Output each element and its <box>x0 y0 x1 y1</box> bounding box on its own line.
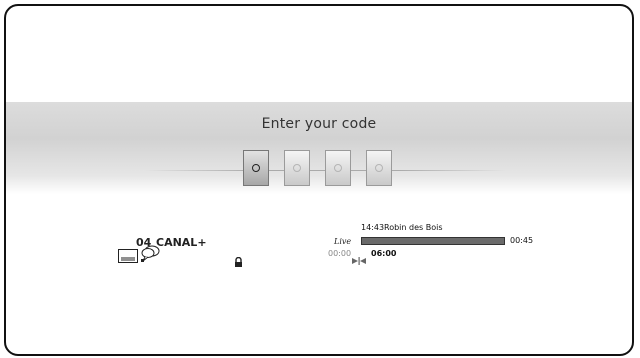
timeshift-start-time: 00:00 <box>328 249 352 258</box>
digit-dot-icon <box>293 164 301 172</box>
code-digit-1[interactable] <box>243 150 269 186</box>
code-digit-2[interactable] <box>284 150 310 186</box>
lock-icon <box>234 252 243 271</box>
program-progress-bar <box>361 237 505 245</box>
digit-dot-icon <box>252 164 260 172</box>
audio-language-icon <box>140 245 160 267</box>
code-digit-3[interactable] <box>325 150 351 186</box>
live-label: Live <box>334 237 352 246</box>
timeshift-marker-icon <box>352 250 368 269</box>
channel-icons <box>118 245 160 267</box>
code-digit-row <box>6 150 632 190</box>
code-entry-title: Enter your code <box>261 116 377 132</box>
program-title: Robin des Bois <box>384 223 443 232</box>
program-end-time: 00:45 <box>510 236 534 245</box>
tv-screen: Enter your code 04 CANAL+ 14:43 Robin de… <box>4 4 634 356</box>
digit-dot-icon <box>334 164 342 172</box>
timeshift-marker-time: 06:00 <box>371 249 397 258</box>
code-digit-4[interactable] <box>366 150 392 186</box>
program-time: 14:43 <box>361 223 385 232</box>
channel-name: CANAL+ <box>156 236 207 249</box>
program-progress-fill <box>362 238 504 244</box>
digit-dot-icon <box>375 164 383 172</box>
subtitles-icon <box>118 248 138 267</box>
